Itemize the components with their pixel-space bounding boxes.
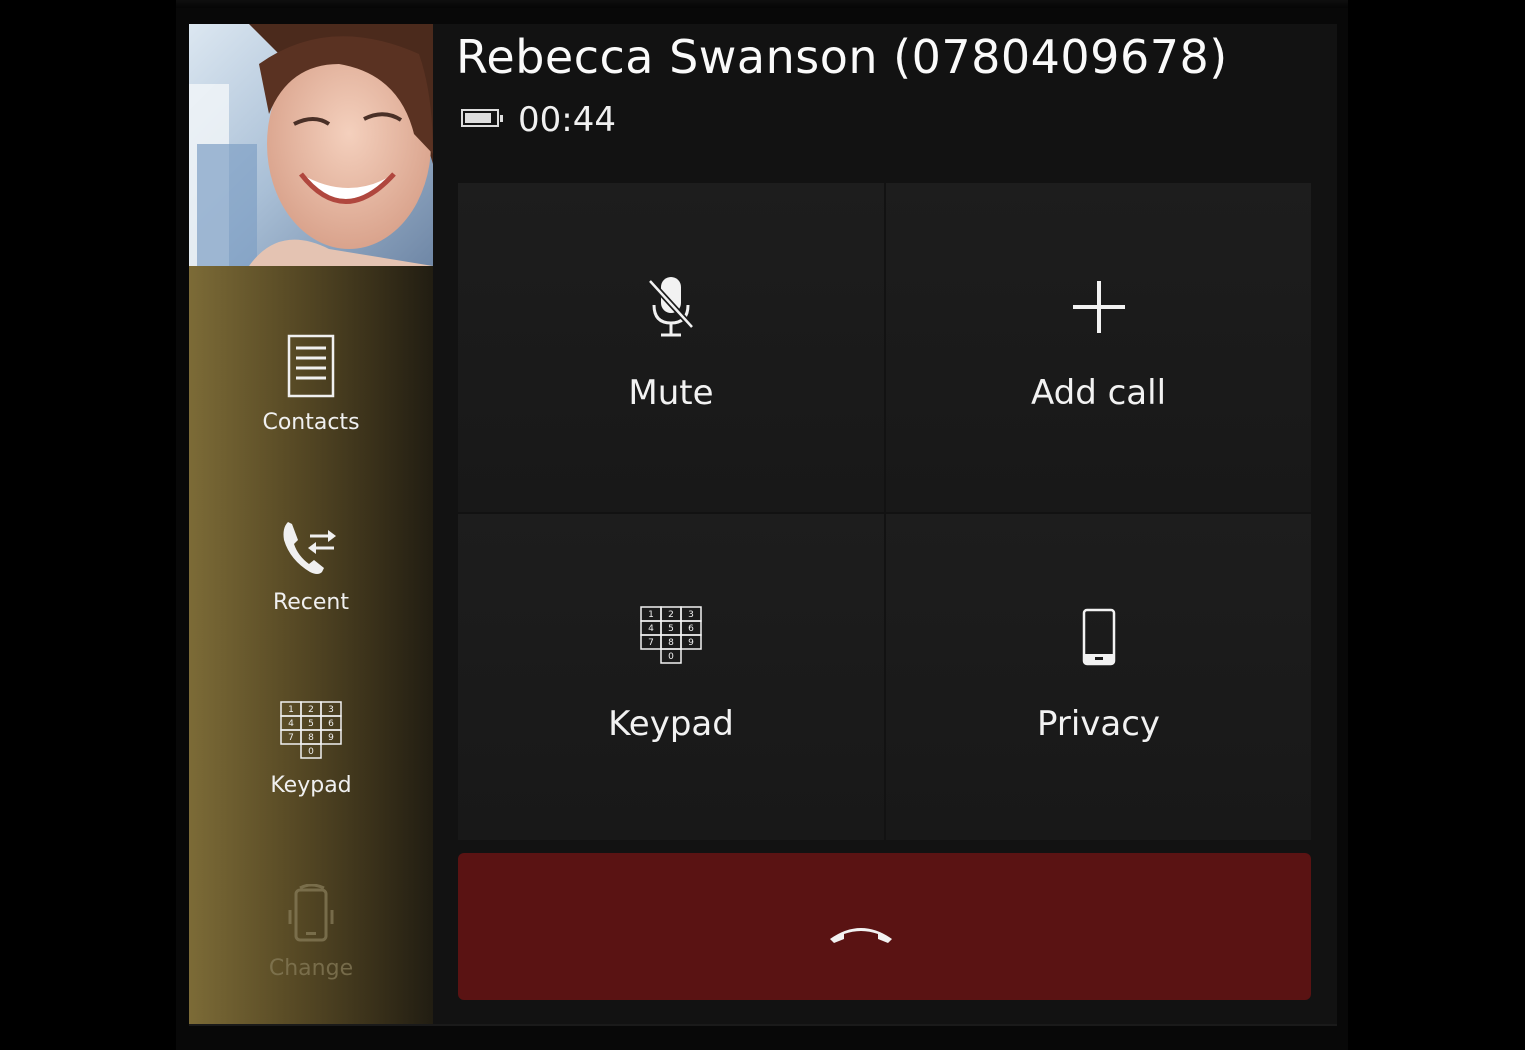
svg-text:4: 4 (288, 719, 294, 729)
caller-portrait-image (189, 24, 433, 266)
privacy-button[interactable]: Privacy (886, 514, 1311, 840)
caller-name: Rebecca Swanson (0780409678) (456, 30, 1228, 84)
contacts-list-icon (287, 334, 335, 398)
sidebar-item-label: Recent (272, 590, 350, 615)
sidebar-item-label: Change (268, 956, 354, 981)
keypad-button[interactable]: 1 2 3 4 5 6 7 8 9 0 Keypad (458, 514, 884, 840)
svg-text:1: 1 (288, 705, 294, 715)
svg-text:2: 2 (668, 610, 674, 620)
svg-text:7: 7 (288, 733, 294, 743)
svg-text:8: 8 (668, 638, 674, 648)
sidebar-item-contacts[interactable]: Contacts (189, 334, 433, 435)
end-call-button[interactable] (458, 853, 1311, 1000)
add-call-label: Add call (1030, 373, 1167, 413)
svg-text:9: 9 (688, 638, 694, 648)
sidebar-item-label: Contacts (262, 410, 360, 435)
svg-text:5: 5 (668, 624, 674, 634)
svg-text:4: 4 (648, 624, 654, 634)
svg-text:3: 3 (328, 705, 334, 715)
mute-button[interactable]: Mute (458, 183, 884, 512)
keypad-label: Keypad (608, 704, 734, 744)
sidebar-item-recent[interactable]: Recent (189, 518, 433, 615)
caller-photo (189, 24, 433, 266)
sidebar-item-label: Keypad (270, 773, 352, 798)
svg-text:7: 7 (648, 638, 654, 648)
microphone-muted-icon (647, 277, 695, 337)
sidebar-item-keypad[interactable]: 1 2 3 4 5 6 7 8 9 0 Keypad (189, 701, 433, 798)
plus-icon (1072, 281, 1125, 333)
privacy-label: Privacy (1036, 704, 1161, 744)
svg-text:1: 1 (648, 610, 654, 620)
svg-text:2: 2 (308, 705, 314, 715)
recent-calls-icon (283, 522, 336, 574)
svg-text:0: 0 (668, 652, 674, 662)
keypad-icon: 1 2 3 4 5 6 7 8 9 0 (280, 701, 342, 759)
mute-label: Mute (628, 373, 714, 413)
change-device-icon (288, 883, 334, 942)
svg-text:6: 6 (688, 624, 694, 634)
svg-text:5: 5 (308, 719, 314, 729)
call-duration: 00:44 (518, 100, 616, 140)
svg-text:6: 6 (328, 719, 334, 729)
keypad-icon: 1 2 3 4 5 6 7 8 9 0 (640, 606, 702, 664)
add-call-button[interactable]: Add call (886, 183, 1311, 512)
svg-text:3: 3 (688, 610, 694, 620)
bottom-divider (189, 1024, 1337, 1026)
sidebar-item-change: Change (189, 883, 433, 981)
svg-text:9: 9 (328, 733, 334, 743)
svg-text:0: 0 (308, 747, 314, 757)
mobile-phone-icon (1082, 608, 1115, 666)
battery-icon (461, 109, 503, 127)
svg-text:8: 8 (308, 733, 314, 743)
hang-up-icon (830, 928, 892, 943)
